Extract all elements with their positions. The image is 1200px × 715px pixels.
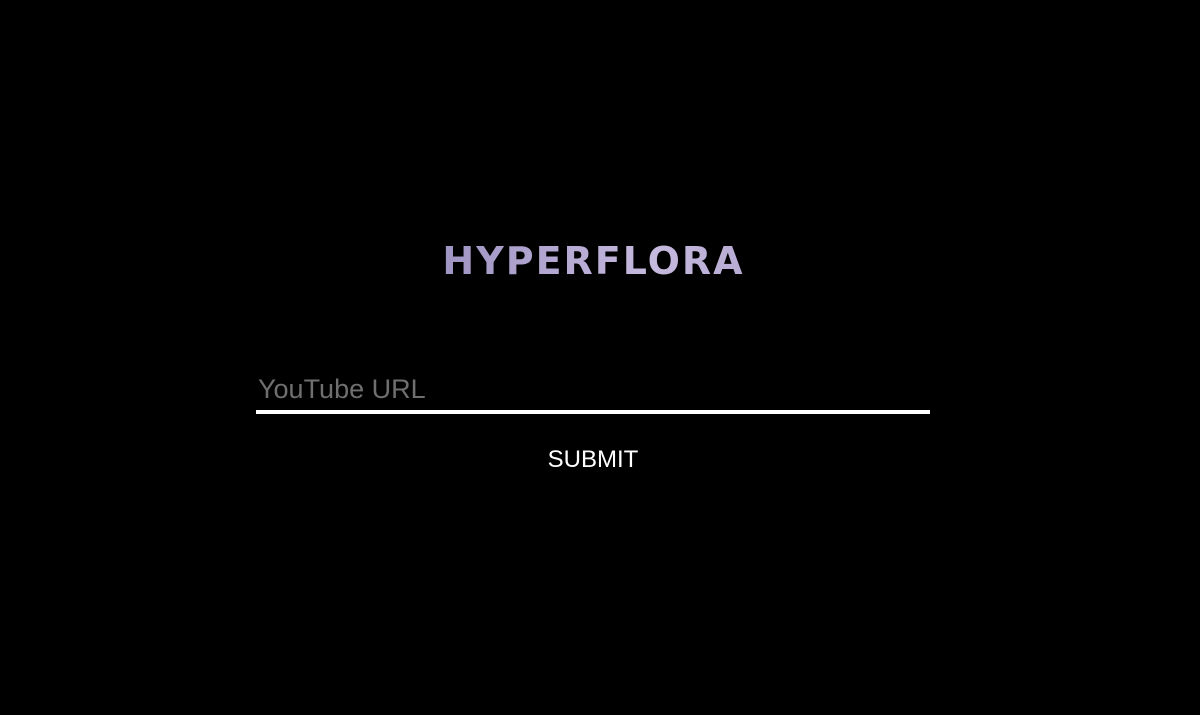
page: HYPERFLORA SUBMIT — [0, 0, 1200, 715]
youtube-url-input[interactable] — [256, 368, 930, 414]
url-form — [256, 368, 930, 414]
brand-logo: HYPERFLORA — [0, 236, 1187, 286]
submit-button[interactable]: SUBMIT — [536, 441, 650, 479]
